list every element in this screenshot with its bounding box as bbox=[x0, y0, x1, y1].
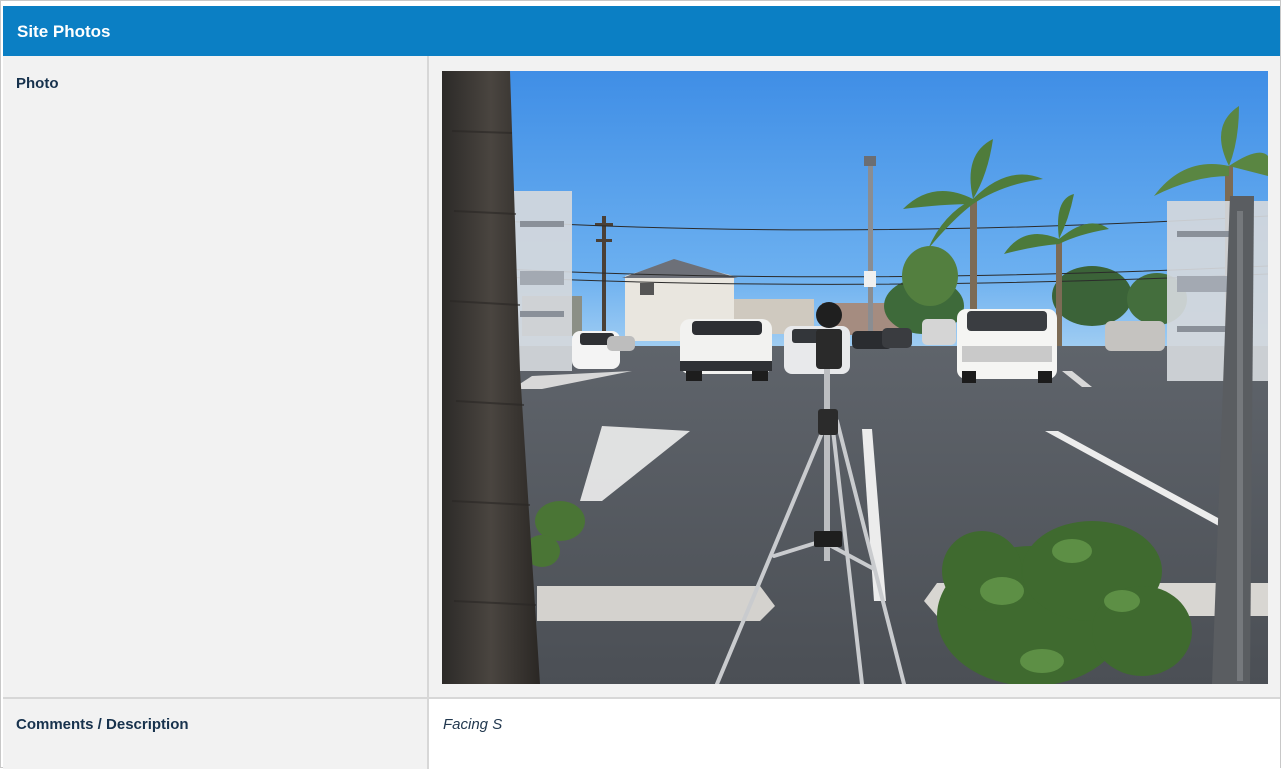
comments-value-cell: Facing S bbox=[429, 699, 1280, 769]
photo-value-cell bbox=[429, 56, 1280, 697]
photo-label-cell: Photo bbox=[3, 56, 429, 697]
photo-label: Photo bbox=[16, 75, 59, 92]
comments-label-cell: Comments / Description bbox=[3, 699, 429, 769]
comments-value: Facing S bbox=[443, 716, 503, 733]
comments-label: Comments / Description bbox=[16, 716, 189, 733]
section-title: Site Photos bbox=[17, 22, 111, 41]
comments-row: Comments / Description Facing S bbox=[3, 697, 1280, 769]
site-photos-panel: Site Photos Photo Comments / Description… bbox=[0, 0, 1281, 769]
site-photo[interactable] bbox=[442, 71, 1268, 684]
section-header: Site Photos bbox=[3, 6, 1280, 56]
photo-row: Photo bbox=[3, 56, 1280, 697]
